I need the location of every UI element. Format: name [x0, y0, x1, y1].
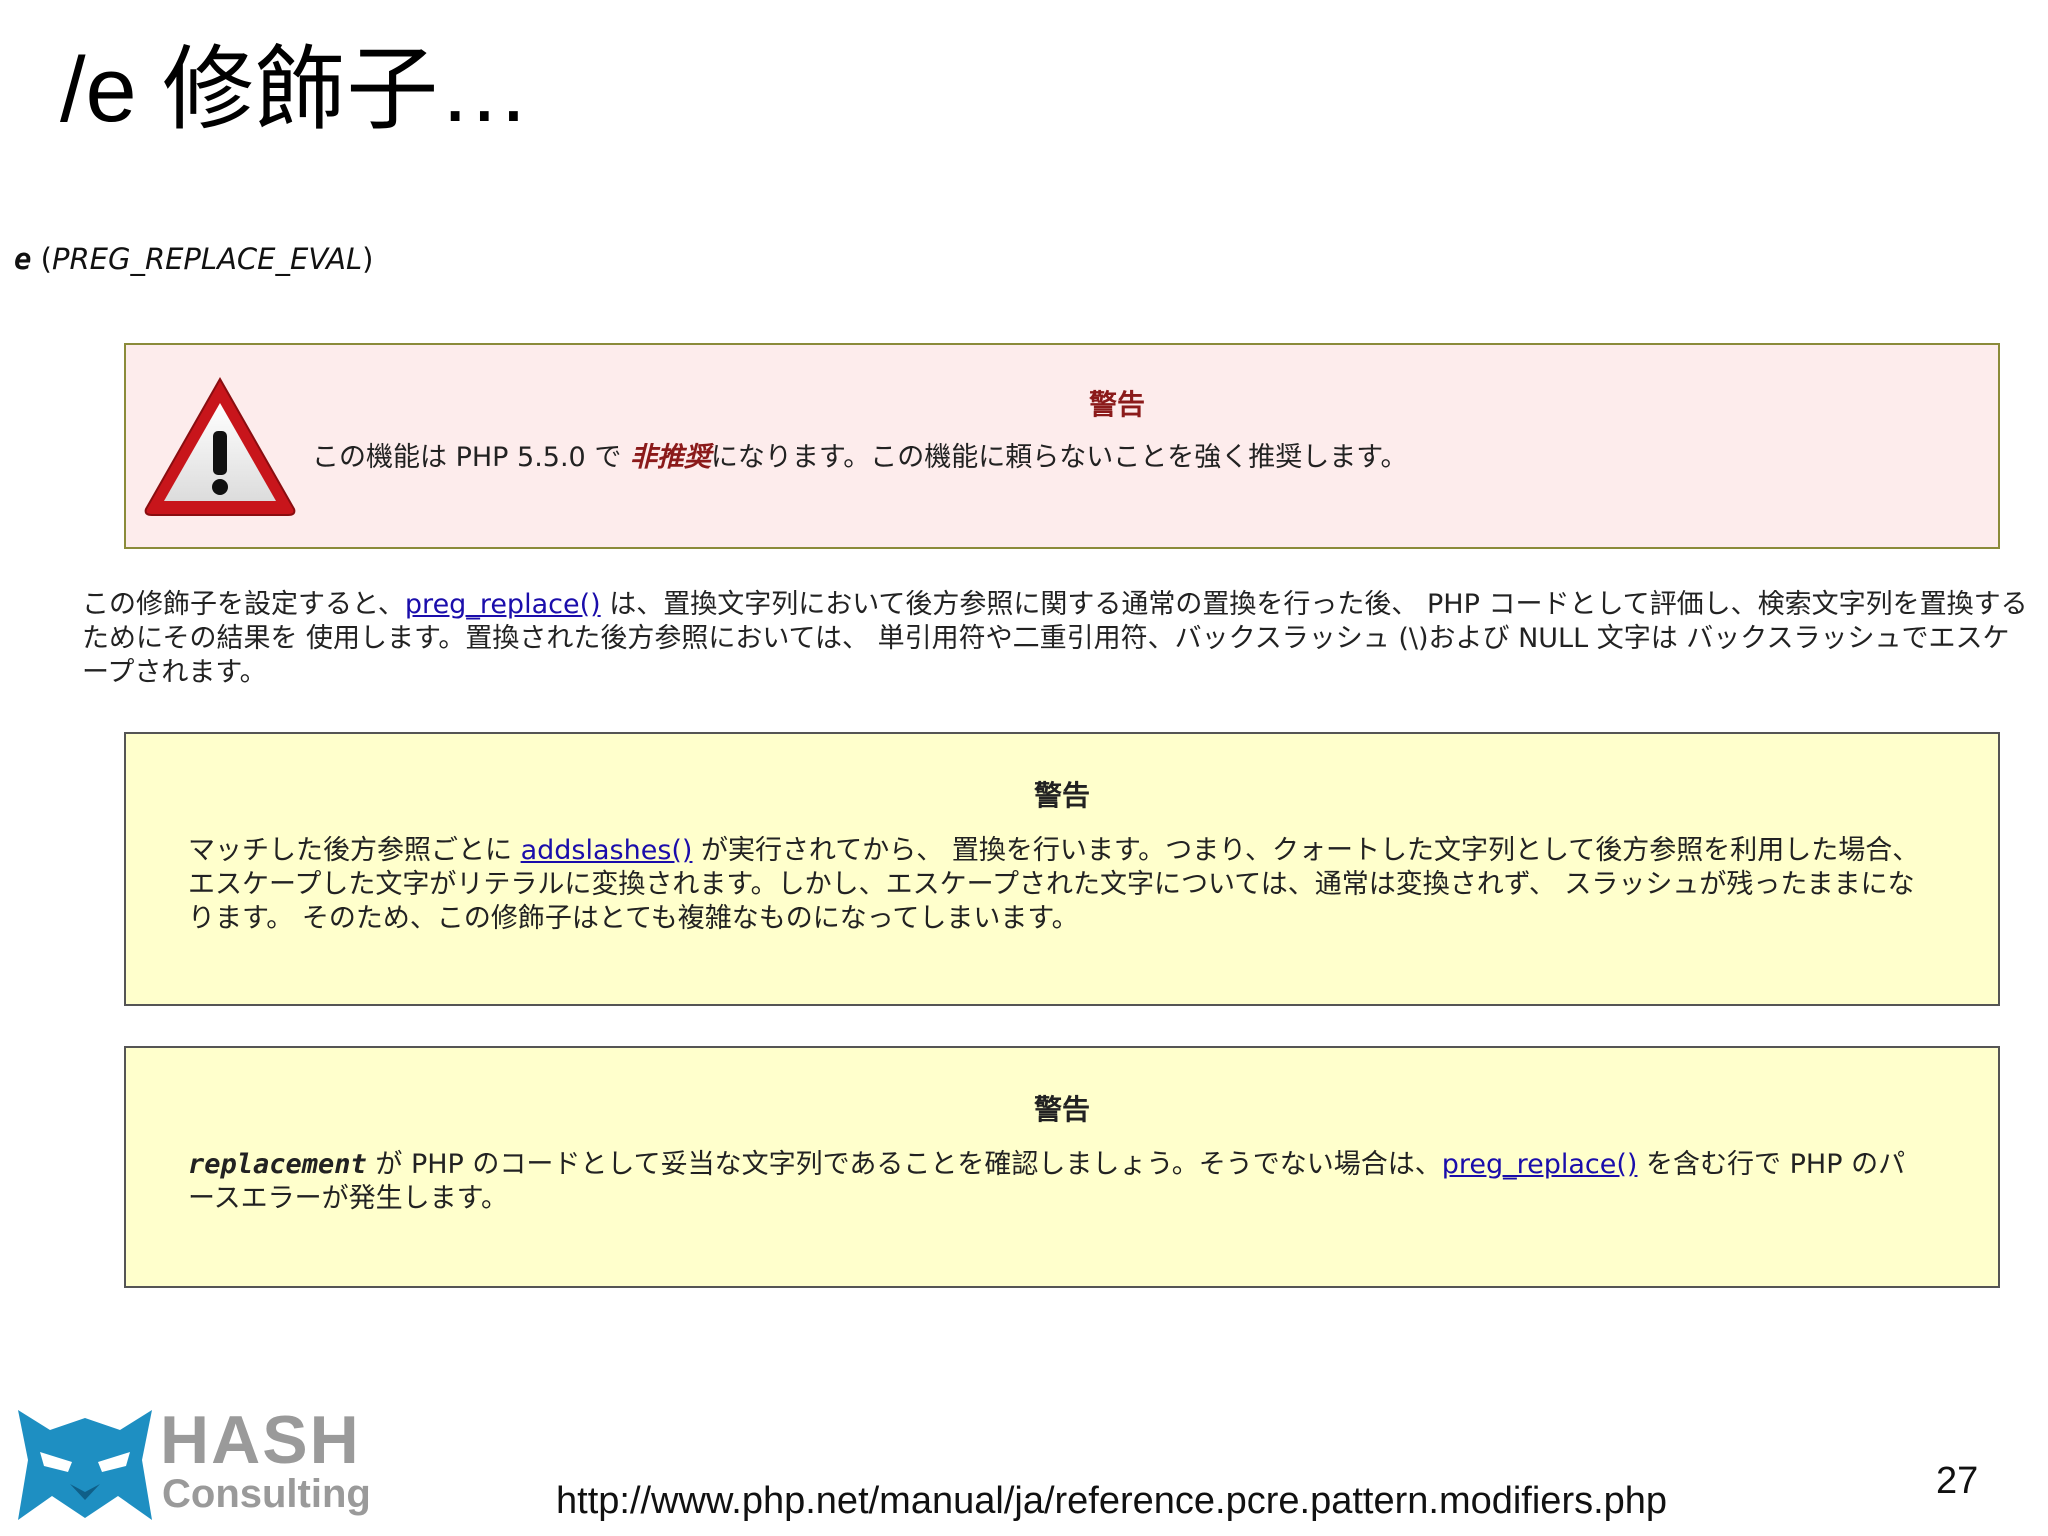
logo-word-consulting: Consulting: [162, 1472, 371, 1516]
deprecated-warning-text: この機能は PHP 5.5.0 で 非推奨になります。この機能に頼らないことを強…: [312, 441, 1972, 475]
replacement-warning-text: replacement が PHP のコードとして妥当な文字列であることを確認し…: [188, 1148, 1928, 1216]
slide-title: /e 修飾子…: [60, 39, 531, 141]
replacement-warning-title: 警告: [1033, 1093, 1090, 1126]
modifier-open-paren: (: [31, 242, 53, 276]
modifier-code: e: [14, 242, 32, 276]
addslashes-warning-box: 警告 マッチした後方参照ごとに addslashes() が実行されてから、 置…: [124, 732, 2000, 1006]
addslashes-warning-text: マッチした後方参照ごとに addslashes() が実行されてから、 置換を行…: [188, 834, 1928, 936]
deprecated-warning-box: 警告 この機能は PHP 5.5.0 で 非推奨になります。この機能に頼らないこ…: [124, 343, 2000, 549]
ninja-mask-icon: [18, 1410, 152, 1520]
logo-word-hash: HASH: [160, 1402, 361, 1478]
preg-replace-link[interactable]: preg_replace(): [405, 589, 601, 620]
addslashes-warning-title: 警告: [1033, 779, 1090, 812]
source-url: http://www.php.net/manual/ja/reference.p…: [556, 1480, 1668, 1522]
replacement-code: replacement: [188, 1149, 367, 1180]
modifier-heading: e (PREG_REPLACE_EVAL): [14, 242, 374, 276]
modifier-close-paren: ): [362, 242, 374, 276]
deprecated-text-before: この機能は PHP 5.5.0 で: [312, 442, 630, 473]
description-paragraph: この修飾子を設定すると、preg_replace() は、置換文字列において後方…: [82, 588, 2034, 690]
addslashes-link[interactable]: addslashes(): [521, 835, 693, 866]
warning2-text-before: が PHP のコードとして妥当な文字列であることを確認しましょう。そうでない場合…: [366, 1149, 1442, 1180]
page-number: 27: [1936, 1460, 1979, 1502]
modifier-constant: PREG_REPLACE_EVAL: [52, 242, 363, 276]
deprecated-text-after: になります。この機能に頼らないことを強く推奨します。: [710, 442, 1408, 473]
deprecated-emphasis: 非推奨: [629, 442, 711, 473]
replacement-warning-box: 警告 replacement が PHP のコードとして妥当な文字列であることを…: [124, 1046, 2000, 1288]
deprecated-warning-title: 警告: [1088, 388, 1145, 421]
hash-consulting-logo: HASH Consulting: [10, 1400, 430, 1530]
warning1-text-before: マッチした後方参照ごとに: [188, 835, 521, 866]
preg-replace-link-2[interactable]: preg_replace(): [1442, 1149, 1638, 1180]
description-text-before: この修飾子を設定すると、: [82, 589, 405, 620]
